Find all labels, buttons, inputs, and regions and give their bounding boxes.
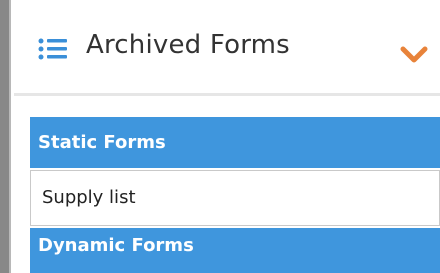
chevron-down-icon[interactable] [399,45,429,65]
archived-forms-panel: Archived Forms Static Forms Supply list … [14,0,440,273]
list-icon [38,38,68,60]
section-header-dynamic-forms[interactable]: Dynamic Forms [30,228,440,273]
page-title: Archived Forms [86,30,290,60]
panel-left-border [0,0,11,273]
section-header-static-forms[interactable]: Static Forms [30,117,440,168]
header-divider [14,93,440,96]
form-item-supply-list[interactable]: Supply list [30,170,440,226]
panel-header[interactable]: Archived Forms [14,0,440,96]
